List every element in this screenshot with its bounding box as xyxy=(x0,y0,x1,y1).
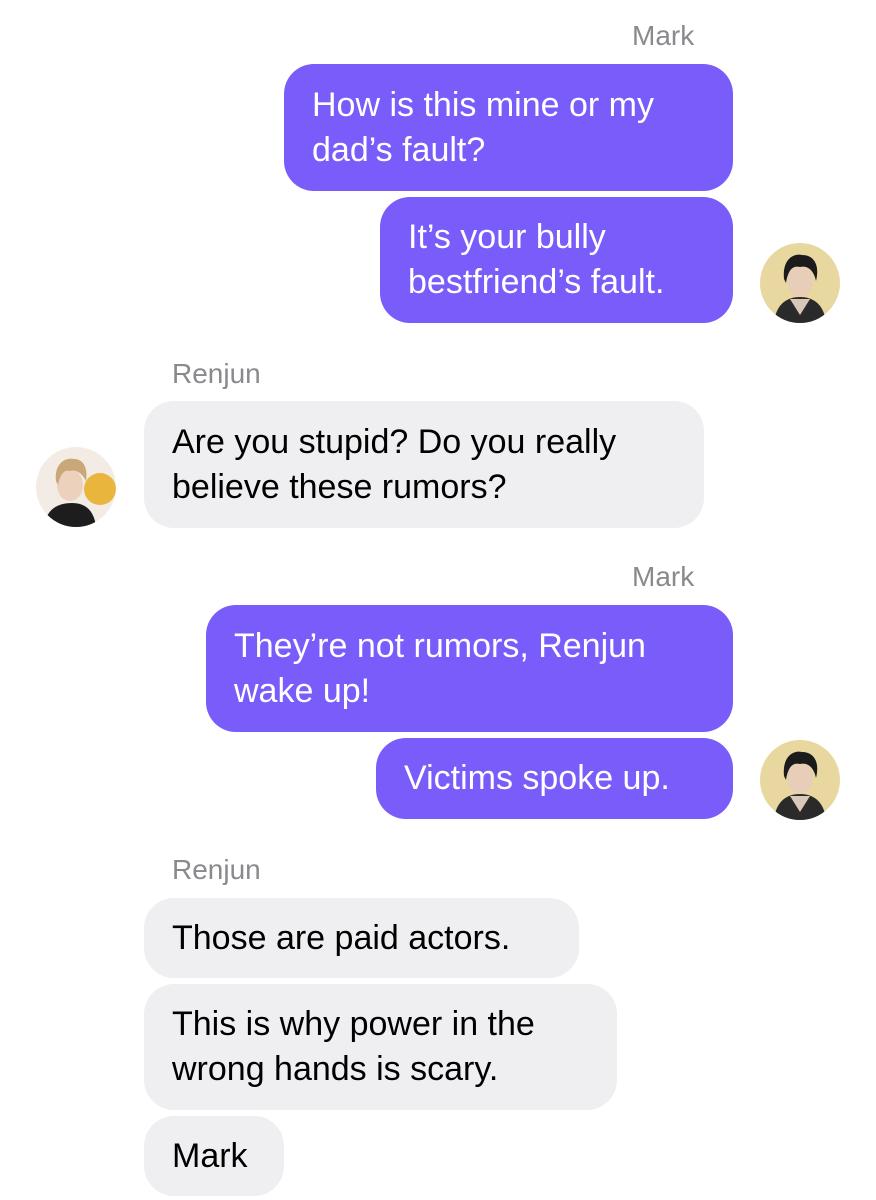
message-bubble-incoming[interactable]: This is why power in the wrong hands is … xyxy=(144,984,617,1110)
sender-name-mark: Mark xyxy=(632,20,695,51)
message-text: Victims spoke up. xyxy=(404,759,670,797)
sender-name-mark: Mark xyxy=(632,561,695,592)
message-bubble-incoming[interactable]: Are you stupid? Do you really believe th… xyxy=(144,401,704,528)
sender-name-renjun: Renjun xyxy=(172,854,261,885)
message-text: How is this mine or my dad’s fault? xyxy=(312,85,654,169)
mark-avatar[interactable] xyxy=(760,740,840,820)
renjun-avatar[interactable] xyxy=(36,447,116,527)
message-text: Are you stupid? Do you really believe th… xyxy=(172,422,617,506)
message-text: Mark xyxy=(172,1136,248,1175)
message-bubble-incoming[interactable]: Those are paid actors. xyxy=(144,898,579,978)
message-bubble-incoming[interactable]: Mark xyxy=(144,1116,284,1196)
message-bubble-outgoing[interactable]: It’s your bully bestfriend’s fault. xyxy=(380,197,733,323)
mark-avatar[interactable] xyxy=(760,243,840,323)
sender-name-renjun: Renjun xyxy=(172,358,261,389)
message-bubble-outgoing[interactable]: Victims spoke up. xyxy=(376,738,733,819)
message-bubble-outgoing[interactable]: How is this mine or my dad’s fault? xyxy=(284,64,733,191)
message-text: It’s your bully bestfriend’s fault. xyxy=(408,218,665,301)
message-text: Those are paid actors. xyxy=(172,918,511,957)
message-text: This is why power in the wrong hands is … xyxy=(172,1005,535,1088)
message-bubble-outgoing[interactable]: They’re not rumors, Renjun wake up! xyxy=(206,605,733,732)
message-text: They’re not rumors, Renjun wake up! xyxy=(234,626,646,710)
